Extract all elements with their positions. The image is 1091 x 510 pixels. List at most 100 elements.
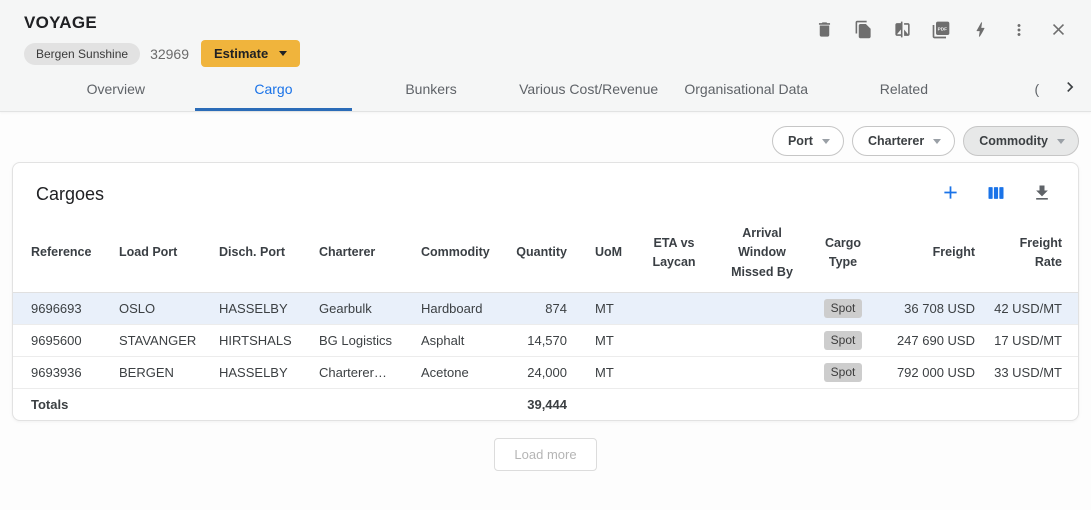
cargo-type-badge: Spot [824,331,863,351]
add-cargo-button[interactable] [938,182,962,206]
voyage-number: 32969 [150,46,189,62]
col-freight-rate[interactable]: Freight Rate [983,214,1078,293]
table-row[interactable]: 9696693 OSLO HASSELBY Gearbulk Hardboard… [13,293,1078,325]
filter-row: Port Charterer Commodity [12,126,1079,156]
cargo-type-badge: Spot [824,299,863,319]
tab-bar: Overview Cargo Bunkers Various Cost/Reve… [0,66,1091,111]
cell-freight-rate: 33 USD/MT [983,357,1078,389]
cell-commodity: Acetone [413,357,503,389]
cargoes-tools [938,182,1054,206]
cell-charterer: BG Logistics [311,325,413,357]
bolt-button[interactable] [968,19,992,43]
cell-commodity: Asphalt [413,325,503,357]
compare-button[interactable] [890,19,914,43]
close-button[interactable] [1046,19,1070,43]
chevron-down-icon [933,139,941,144]
col-load-port[interactable]: Load Port [111,214,211,293]
cell-uom: MT [575,325,635,357]
table-header: Reference Load Port Disch. Port Chartere… [13,214,1078,293]
compare-icon [893,20,912,42]
cargoes-card-header: Cargoes [13,163,1078,214]
columns-icon [986,183,1006,206]
delete-icon [815,20,834,42]
voyage-screen: VOYAGE Bergen Sunshine 32969 Estimate PD… [0,0,1091,510]
cell-commodity: Hardboard [413,293,503,325]
bolt-icon [971,20,990,42]
delete-button[interactable] [812,19,836,43]
svg-text:PDF: PDF [938,26,947,31]
export-pdf-icon: PDF [931,20,951,43]
tab-various-cost-revenue[interactable]: Various Cost/Revenue [510,66,668,111]
cell-eta-vs-laycan [635,357,713,389]
columns-button[interactable] [984,182,1008,206]
load-more-container: Load more [12,438,1079,471]
add-icon [940,182,961,206]
estimate-label: Estimate [214,46,268,61]
filter-commodity[interactable]: Commodity [963,126,1079,156]
col-uom[interactable]: UoM [575,214,635,293]
cell-reference: 9695600 [13,325,111,357]
cell-charterer: Charterer… [311,357,413,389]
filter-port-label: Port [788,134,813,148]
col-charterer[interactable]: Charterer [311,214,413,293]
cell-freight: 792 000 USD [875,357,983,389]
col-reference[interactable]: Reference [13,214,111,293]
cargoes-table: Reference Load Port Disch. Port Chartere… [13,214,1078,420]
cell-disch-port: HASSELBY [211,293,311,325]
cell-cargo-type: Spot [811,357,875,389]
tab-bunkers[interactable]: Bunkers [352,66,510,111]
cell-load-port: OSLO [111,293,211,325]
cell-freight-rate: 17 USD/MT [983,325,1078,357]
cell-quantity: 24,000 [503,357,575,389]
cargoes-title: Cargoes [36,184,104,205]
tabs-scroll-right-button[interactable] [1053,66,1087,111]
voyage-subrow: Bergen Sunshine 32969 Estimate [24,40,1067,67]
table-row[interactable]: 9693936 BERGEN HASSELBY Charterer… Aceto… [13,357,1078,389]
cell-arrival-window-missed-by [713,325,811,357]
col-disch-port[interactable]: Disch. Port [211,214,311,293]
vessel-chip[interactable]: Bergen Sunshine [24,43,140,65]
col-commodity[interactable]: Commodity [413,214,503,293]
col-quantity[interactable]: Quantity [503,214,575,293]
totals-row: Totals 39,444 [13,389,1078,420]
export-pdf-button[interactable]: PDF [929,19,953,43]
filter-charterer[interactable]: Charterer [852,126,955,156]
col-freight[interactable]: Freight [875,214,983,293]
table-row[interactable]: 9695600 STAVANGER HIRTSHALS BG Logistics… [13,325,1078,357]
toolbar-actions: PDF [812,19,1070,43]
tab-overview[interactable]: Overview [37,66,195,111]
cargoes-card: Cargoes Reference Load Port [12,162,1079,421]
tab-cargo[interactable]: Cargo [195,66,353,111]
cargo-type-badge: Spot [824,363,863,383]
cell-uom: MT [575,357,635,389]
cell-quantity: 14,570 [503,325,575,357]
chevron-down-icon [279,51,287,56]
filter-charterer-label: Charterer [868,134,924,148]
tab-related[interactable]: Related [825,66,983,111]
cell-load-port: STAVANGER [111,325,211,357]
col-cargo-type[interactable]: Cargo Type [811,214,875,293]
cell-load-port: BERGEN [111,357,211,389]
cell-reference: 9696693 [13,293,111,325]
cell-eta-vs-laycan [635,325,713,357]
cell-freight: 36 708 USD [875,293,983,325]
totals-label: Totals [13,389,111,420]
more-button[interactable] [1007,19,1031,43]
tab-organisational-data[interactable]: Organisational Data [667,66,825,111]
col-eta-vs-laycan[interactable]: ETA vs Laycan [635,214,713,293]
download-button[interactable] [1030,182,1054,206]
filter-port[interactable]: Port [772,126,844,156]
estimate-button[interactable]: Estimate [201,40,300,67]
load-more-button[interactable]: Load more [494,438,596,471]
cell-quantity: 874 [503,293,575,325]
duplicate-button[interactable] [851,19,875,43]
filter-commodity-label: Commodity [979,134,1048,148]
cell-uom: MT [575,293,635,325]
close-icon [1049,20,1068,42]
totals-quantity: 39,444 [503,389,575,420]
cell-arrival-window-missed-by [713,293,811,325]
download-icon [1032,183,1052,206]
cell-reference: 9693936 [13,357,111,389]
cell-disch-port: HIRTSHALS [211,325,311,357]
col-arrival-window-missed-by[interactable]: Arrival Window Missed By [713,214,811,293]
